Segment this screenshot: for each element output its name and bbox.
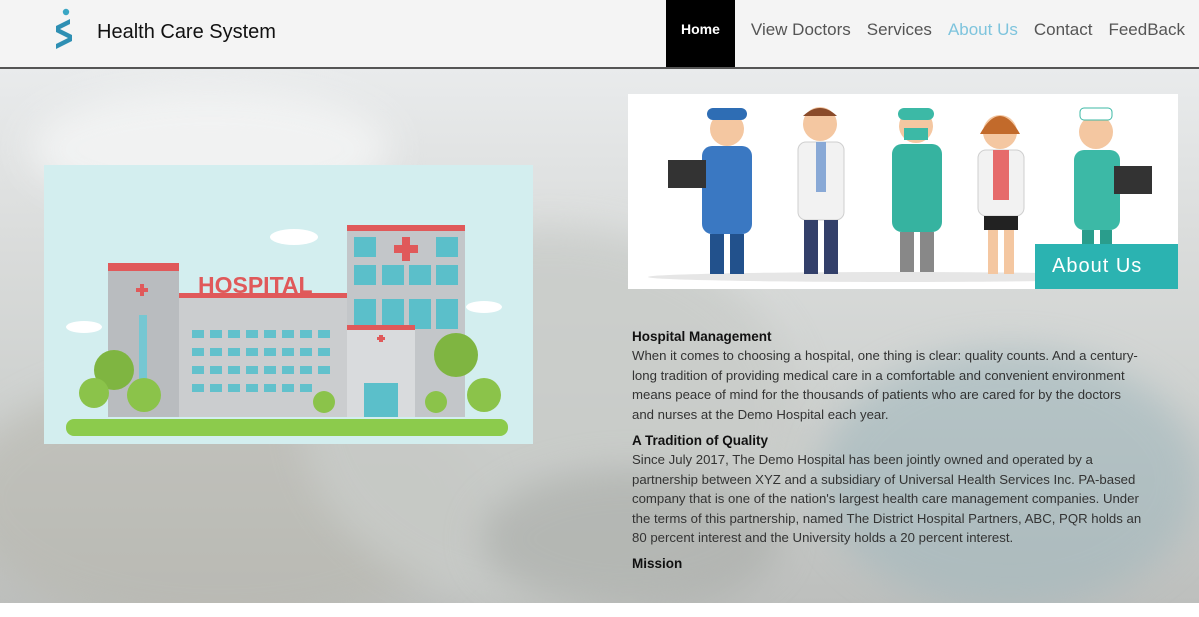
hospital-illustration: HOSPITAL: [44, 165, 533, 444]
section-title-mission: Mission: [632, 556, 683, 572]
nav-view-doctors[interactable]: View Doctors: [751, 0, 851, 67]
section-body-tradition: Since July 2017, The Demo Hospital has b…: [632, 452, 1142, 546]
nav-contact[interactable]: Contact: [1034, 0, 1093, 67]
nav-about-us[interactable]: About Us: [948, 0, 1018, 67]
main-nav: Home View Doctors Services About Us Cont…: [666, 0, 1199, 67]
section-title-tradition: A Tradition of Quality: [632, 433, 769, 449]
section-title-management: Hospital Management: [632, 329, 772, 344]
about-content: Hospital Management When it comes to cho…: [632, 327, 1142, 574]
hospital-sign: HOSPITAL: [198, 272, 313, 298]
nav-services[interactable]: Services: [867, 0, 932, 67]
nav-feedback[interactable]: FeedBack: [1108, 0, 1185, 67]
about-us-badge: About Us: [1035, 244, 1178, 289]
top-navbar: Health Care System Home View Doctors Ser…: [0, 0, 1199, 69]
logo-icon[interactable]: [50, 8, 76, 50]
brand-title[interactable]: Health Care System: [97, 21, 276, 44]
page-bottom: [0, 603, 1199, 617]
nav-home[interactable]: Home: [666, 0, 735, 67]
section-body-management: When it comes to choosing a hospital, on…: [632, 348, 1138, 422]
